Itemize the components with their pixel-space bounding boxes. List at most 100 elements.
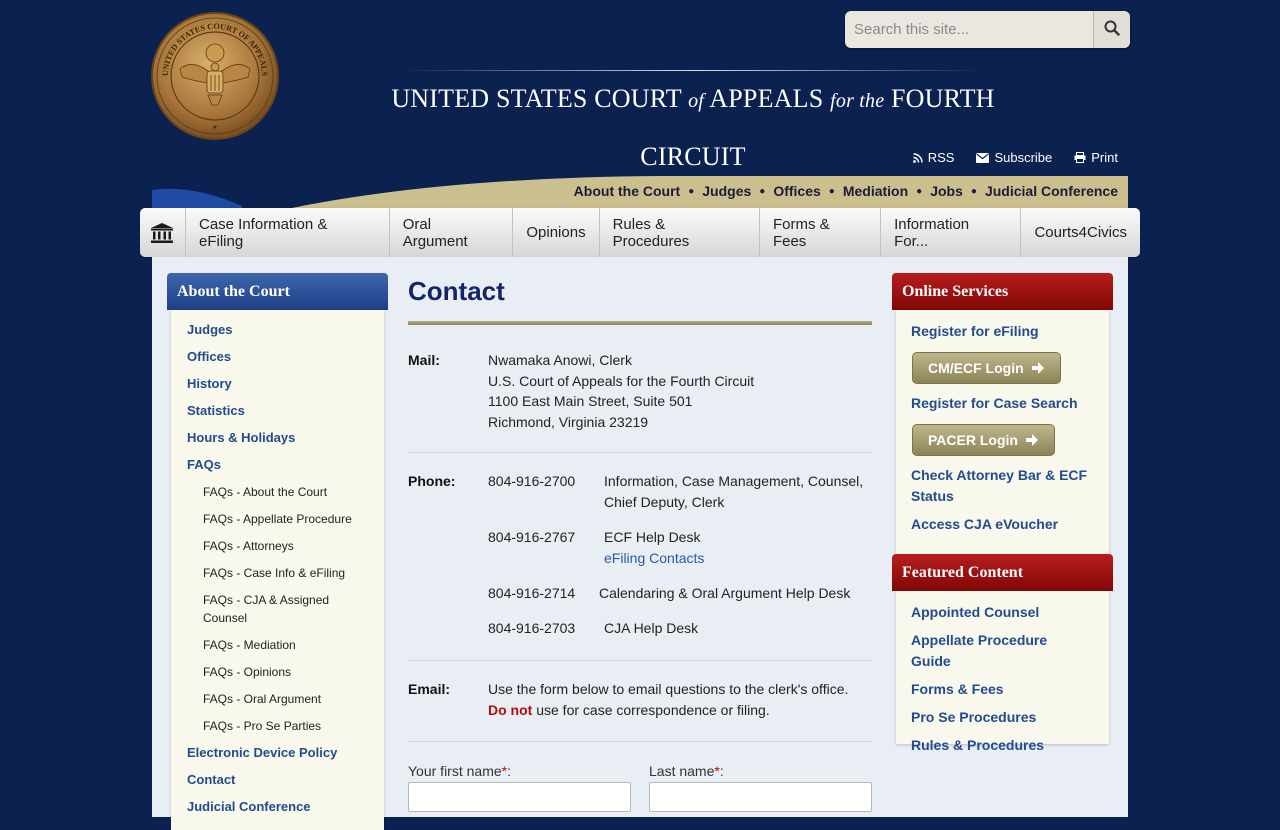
search-input[interactable]: [845, 11, 1091, 48]
sidebar-item-hours-holidays[interactable]: Hours & Holidays: [171, 424, 384, 451]
sidebar-item-judicial-conference[interactable]: Judicial Conference: [171, 793, 384, 820]
nav-courts4civics[interactable]: Courts4Civics: [1021, 208, 1140, 257]
nav-oral-argument[interactable]: Oral Argument: [390, 208, 514, 257]
check-attorney-bar-link[interactable]: Check Attorney Bar & ECF Status: [896, 462, 1109, 511]
secondary-nav-jobs[interactable]: Jobs: [930, 183, 963, 199]
nav-case-information[interactable]: Case Information & eFiling: [186, 208, 390, 257]
featured-forms-fees[interactable]: Forms & Fees: [896, 676, 1109, 704]
left-sidebar-title[interactable]: About the Court: [167, 273, 388, 310]
phone-description: Information, Case Management, Counsel, C…: [604, 473, 864, 510]
nav-forms-fees[interactable]: Forms & Fees: [760, 208, 882, 257]
secondary-nav: About the Court ● Judges ● Offices ● Med…: [152, 176, 1128, 210]
rss-icon: [912, 152, 923, 163]
secondary-nav-about[interactable]: About the Court: [574, 183, 681, 199]
rss-link-label: RSS: [927, 150, 955, 165]
pacer-login-button[interactable]: PACER Login: [912, 424, 1055, 456]
sidebar-item-offices[interactable]: Offices: [171, 343, 384, 370]
phone-description: ECF Help Desk eFiling Contacts: [604, 527, 866, 568]
phone-description: Calendaring & Oral Argument Help Desk: [599, 585, 851, 601]
sidebar-subitem-faqs-cja[interactable]: FAQs - CJA & Assigned Counsel: [171, 586, 384, 631]
sidebar-subitem-faqs-attorneys[interactable]: FAQs - Attorneys: [171, 532, 384, 559]
rss-link[interactable]: RSS: [912, 150, 955, 165]
sidebar-item-statistics[interactable]: Statistics: [171, 397, 384, 424]
arrow-right-icon: [1025, 434, 1038, 446]
left-sidebar-list: Judges Offices History Statistics Hours …: [171, 310, 384, 830]
sidebar-item-electronic-device-policy[interactable]: Electronic Device Policy: [171, 739, 384, 766]
cmecf-login-label: CM/ECF Login: [928, 360, 1024, 376]
print-link-label: Print: [1091, 150, 1118, 165]
do-not-warning: Do not: [488, 701, 533, 718]
arrow-right-icon: [1031, 362, 1044, 374]
featured-content-title: Featured Content: [892, 554, 1113, 591]
phone-number[interactable]: 804-916-2714: [488, 583, 575, 604]
featured-pro-se-procedures[interactable]: Pro Se Procedures: [896, 704, 1109, 732]
sidebar-subitem-faqs-pro-se[interactable]: FAQs - Pro Se Parties: [171, 712, 384, 739]
mail-line: Nwamaka Anowi, Clerk: [488, 352, 632, 368]
section-divider: [408, 660, 872, 661]
nav-rules-procedures[interactable]: Rules & Procedures: [600, 208, 760, 257]
main-nav: Case Information & eFiling Oral Argument…: [140, 208, 1140, 257]
phone-description: CJA Help Desk: [604, 620, 699, 636]
email-warning-line: Do not use for case correspondence or fi…: [488, 700, 868, 721]
utility-links: RSS Subscribe Print: [912, 150, 1118, 165]
search-button[interactable]: [1093, 11, 1130, 48]
nav-separator: ●: [916, 185, 923, 197]
sidebar-subitem-faqs-appellate[interactable]: FAQs - Appellate Procedure: [171, 505, 384, 532]
sidebar-item-history[interactable]: History: [171, 370, 384, 397]
sidebar-subitem-faqs-about[interactable]: FAQs - About the Court: [171, 478, 384, 505]
mail-address: Nwamaka Anowi, Clerk U.S. Court of Appea…: [488, 350, 868, 432]
last-name-input[interactable]: [649, 782, 872, 812]
subscribe-link[interactable]: Subscribe: [976, 150, 1052, 165]
email-label: Email:: [408, 681, 451, 697]
email-instructions: Use the form below to email questions to…: [488, 679, 868, 720]
home-button[interactable]: [140, 208, 186, 257]
phone-number[interactable]: 804-916-2703: [488, 618, 575, 639]
cmecf-login-button[interactable]: CM/ECF Login: [912, 352, 1061, 384]
featured-content-panel: Featured Content Appointed Counsel Appel…: [892, 554, 1113, 753]
nav-opinions[interactable]: Opinions: [513, 208, 600, 257]
search-box: [845, 11, 1130, 48]
featured-content-list: Appointed Counsel Appellate Procedure Gu…: [896, 591, 1109, 753]
sidebar-subitem-faqs-oral-argument[interactable]: FAQs - Oral Argument: [171, 685, 384, 712]
mail-line: 1100 East Main Street, Suite 501: [488, 393, 693, 409]
online-services-panel: Online Services Register for eFiling CM/…: [892, 273, 1113, 574]
online-services-title: Online Services: [892, 273, 1113, 310]
print-link[interactable]: Print: [1074, 150, 1118, 165]
sidebar-subitem-faqs-opinions[interactable]: FAQs - Opinions: [171, 658, 384, 685]
secondary-nav-mediation[interactable]: Mediation: [843, 183, 908, 199]
nav-separator: ●: [828, 185, 835, 197]
court-seal-logo[interactable]: UNITED STATES COURT OF APPEALS ★: [150, 11, 280, 141]
phone-number[interactable]: 804-916-2767: [488, 527, 575, 548]
search-icon: [1104, 20, 1120, 36]
pacer-login-label: PACER Login: [928, 432, 1018, 448]
sidebar-item-contact[interactable]: Contact: [171, 766, 384, 793]
sidebar-subitem-faqs-case-info[interactable]: FAQs - Case Info & eFiling: [171, 559, 384, 586]
register-case-search-link[interactable]: Register for Case Search: [896, 390, 1109, 418]
last-name-label: Last name*:: [649, 763, 724, 779]
site-title[interactable]: UNITED STATES COURT of APPEALS for the F…: [340, 70, 1046, 186]
sidebar-item-judges[interactable]: Judges: [171, 316, 384, 343]
email-instruction-line: Use the form below to email questions to…: [488, 681, 849, 697]
mail-line: Richmond, Virginia 23219: [488, 413, 649, 430]
phone-number[interactable]: 804-916-2700: [488, 471, 575, 492]
first-name-input[interactable]: [408, 782, 631, 812]
efiling-contacts-link[interactable]: eFiling Contacts: [604, 548, 866, 569]
online-services-list: Register for eFiling CM/ECF Login Regist…: [896, 310, 1109, 574]
email-warning-rest: use for case correspondence or filing.: [532, 701, 770, 718]
section-divider: [408, 452, 872, 453]
secondary-nav-judicial-conference[interactable]: Judicial Conference: [985, 183, 1118, 199]
secondary-nav-offices[interactable]: Offices: [773, 183, 820, 199]
featured-appointed-counsel[interactable]: Appointed Counsel: [896, 599, 1109, 627]
nav-information-for[interactable]: Information For...: [881, 208, 1022, 257]
courthouse-icon: [151, 222, 174, 243]
sidebar-item-faqs[interactable]: FAQs: [171, 451, 384, 478]
mail-label: Mail:: [408, 352, 440, 368]
cja-evoucher-link[interactable]: Access CJA eVoucher: [896, 511, 1109, 539]
secondary-nav-judges[interactable]: Judges: [702, 183, 751, 199]
sidebar-subitem-faqs-mediation[interactable]: FAQs - Mediation: [171, 631, 384, 658]
featured-appellate-procedure-guide[interactable]: Appellate Procedure Guide: [896, 627, 1109, 676]
featured-rules-procedures[interactable]: Rules & Procedures: [896, 732, 1109, 760]
page-title: Contact: [408, 276, 505, 306]
register-efiling-link[interactable]: Register for eFiling: [896, 318, 1109, 346]
section-divider: [408, 741, 872, 742]
